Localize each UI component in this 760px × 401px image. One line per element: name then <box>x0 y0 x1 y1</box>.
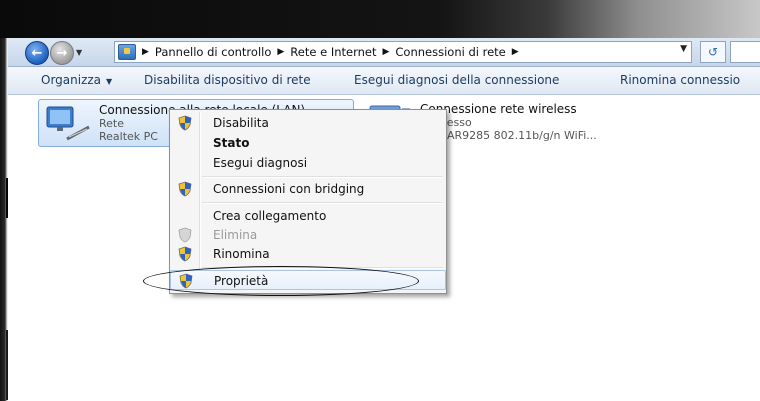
menu-item-create-shortcut[interactable]: Crea collegamento <box>170 206 446 226</box>
menu-item-status[interactable]: Stato <box>170 133 446 153</box>
menu-separator <box>202 202 443 204</box>
refresh-button[interactable]: ↺ <box>700 41 726 63</box>
forward-button[interactable]: → <box>50 41 74 65</box>
shield-icon <box>178 181 192 197</box>
chevron-right-icon[interactable]: ▶ <box>142 47 149 57</box>
shield-icon <box>178 227 192 243</box>
desktop-background <box>0 0 760 38</box>
menu-item-label: Crea collegamento <box>213 209 327 223</box>
menu-item-label: Esegui diagnosi <box>213 156 308 170</box>
address-bar-row: ← → ▼ ▶ Pannello di controllo ▶ Rete e I… <box>8 38 760 67</box>
breadcrumb-control-panel[interactable]: Pannello di controllo <box>155 45 271 59</box>
breadcrumb-network-connections[interactable]: Connessioni di rete <box>395 45 505 59</box>
arrow-right-icon: → <box>56 45 68 61</box>
annotation-ellipse <box>143 266 419 296</box>
shield-icon <box>178 246 192 262</box>
control-panel-icon <box>118 44 136 60</box>
arrow-left-icon: ← <box>31 45 43 61</box>
chevron-right-icon[interactable]: ▶ <box>382 47 389 57</box>
command-bar: Organizza ▼ Disabilita dispositivo di ret… <box>8 67 760 95</box>
organize-label: Organizza <box>41 73 102 87</box>
menu-item-label: Disabilita <box>213 116 269 130</box>
menu-item-label: Connessioni con bridging <box>213 182 365 196</box>
address-bar[interactable]: ▶ Pannello di controllo ▶ Rete e Interne… <box>114 41 692 63</box>
chevron-down-icon: ▼ <box>106 77 113 86</box>
connection-status: Rete <box>99 117 124 130</box>
diagnose-connection-button[interactable]: Esegui diagnosi della connessione <box>354 73 559 87</box>
rename-connection-button[interactable]: Rinomina connessio <box>620 73 740 87</box>
chevron-right-icon[interactable]: ▶ <box>512 47 519 57</box>
chevron-down-icon[interactable]: ▼ <box>680 44 687 54</box>
breadcrumb-network-internet[interactable]: Rete e Internet <box>290 45 376 59</box>
shield-icon <box>178 115 192 131</box>
organize-button[interactable]: Organizza ▼ <box>41 73 112 87</box>
menu-item-label: Elimina <box>213 228 258 242</box>
chevron-right-icon[interactable]: ▶ <box>277 47 284 57</box>
disable-device-button[interactable]: Disabilita dispositivo di rete <box>144 73 311 87</box>
menu-item-label: Rinomina <box>213 247 270 261</box>
recent-pages-dropdown[interactable]: ▼ <box>76 48 82 57</box>
menu-item-diagnose[interactable]: Esegui diagnosi <box>170 153 446 173</box>
menu-item-delete[interactable]: Elimina <box>170 225 446 245</box>
menu-item-bridge[interactable]: Connessioni con bridging <box>170 179 446 199</box>
lan-adapter-icon <box>46 106 90 141</box>
menu-item-rename[interactable]: Rinomina <box>170 244 446 264</box>
search-input[interactable] <box>730 41 760 63</box>
back-button[interactable]: ← <box>25 41 49 65</box>
connection-device: Realtek PC <box>99 130 158 143</box>
refresh-icon: ↺ <box>707 45 719 59</box>
menu-item-label: Stato <box>213 136 250 150</box>
menu-item-disable[interactable]: Disabilita <box>170 113 446 133</box>
menu-separator <box>202 176 443 178</box>
